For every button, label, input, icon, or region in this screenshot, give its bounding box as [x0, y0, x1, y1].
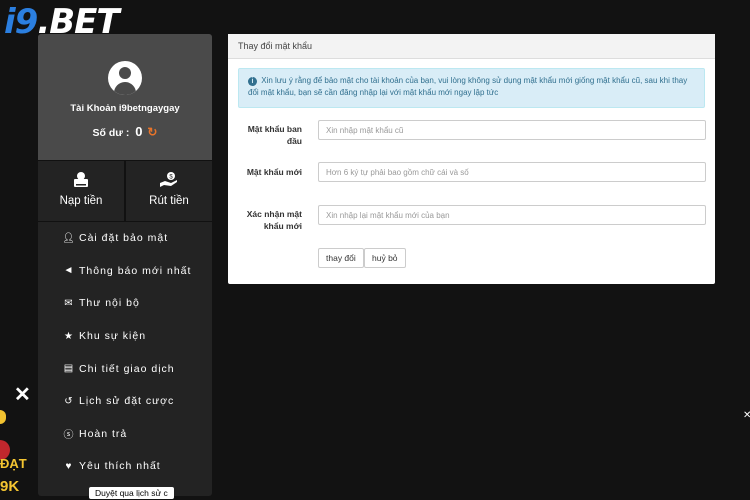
submit-button[interactable]: thay đổi [318, 248, 364, 268]
edge-close-icon[interactable]: ✕ [743, 410, 750, 421]
trophy-icon: ★ [64, 330, 74, 342]
user-avatar-icon [108, 61, 142, 95]
withdraw-label: Rút tiền [149, 195, 189, 207]
menu-item-label: Thông báo mới nhất [79, 264, 192, 277]
menu-item-label: Cài đặt bảo mật [79, 232, 169, 245]
balance-value: 0 [135, 124, 143, 139]
menu-item-label: Chi tiết giao dịch [79, 362, 175, 375]
menu-item-label: Lịch sử đặt cược [79, 395, 175, 408]
menu-item-security[interactable]: 👤︎ Cài đặt bảo mật [38, 222, 212, 255]
promo-coin-graphic[interactable] [0, 410, 6, 424]
heart-icon: ♥ [65, 460, 73, 472]
menu-item-transactions[interactable]: ▤ Chi tiết giao dịch [38, 352, 212, 385]
megaphone-icon: ◄ [63, 265, 75, 277]
history-icon: ↺ [64, 395, 74, 407]
menu-item-events[interactable]: ★ Khu sự kiện [38, 320, 212, 353]
promo-text-line1[interactable]: ĐẠT [0, 456, 27, 471]
close-icon[interactable]: ✕ [14, 382, 31, 407]
dollar-circle-icon: ⓢ [63, 430, 75, 442]
account-name: Tài Khoản i9betngaygay [70, 103, 180, 114]
change-password-panel: Thay đổi mật khẩu i Xin lưu ý rằng để bả… [228, 34, 715, 284]
menu-item-label: Thư nội bộ [79, 297, 140, 310]
balance-label: Số dư : [92, 127, 130, 139]
wallet-actions: Nạp tiền $ Rút tiền [38, 160, 212, 222]
envelope-icon: ✉ [64, 297, 74, 309]
cancel-button[interactable]: huỷ bỏ [364, 248, 406, 268]
menu-item-label: Yêu thích nhất [79, 460, 161, 473]
new-password-label: Mật khẩu mới [246, 167, 302, 177]
profile-card: Tài Khoản i9betngaygay Số dư : 0 ↻ [38, 34, 212, 160]
confirm-password-label: Xác nhận mật khẩu mới [246, 209, 302, 231]
balance-row: Số dư : 0 ↻ [38, 124, 212, 139]
deposit-label: Nạp tiền [59, 195, 103, 207]
deposit-icon [38, 171, 124, 193]
menu-item-favorites[interactable]: ♥ Yêu thích nhất [38, 450, 212, 483]
clipboard-icon: ▤ [63, 363, 75, 375]
menu-item-bet-history[interactable]: ↺ Lịch sử đặt cược [38, 385, 212, 418]
confirm-password-input[interactable] [318, 205, 706, 225]
tooltip: Duyệt qua lịch sử c [89, 487, 174, 499]
menu-item-label: Khu sự kiện [79, 330, 147, 343]
old-password-input[interactable] [318, 120, 706, 140]
new-password-input[interactable] [318, 162, 706, 182]
withdraw-button[interactable]: $ Rút tiền [124, 161, 212, 221]
old-password-label: Mật khẩu ban đầu [247, 124, 302, 146]
withdraw-icon: $ [126, 171, 212, 193]
logo-prefix: i9 [4, 2, 38, 42]
user-lock-icon: 👤︎ [62, 232, 76, 244]
account-menu: 👤︎ Cài đặt bảo mật ◄ Thông báo mới nhất ✉ T… [38, 222, 212, 483]
menu-item-notifications[interactable]: ◄ Thông báo mới nhất [38, 255, 212, 288]
deposit-button[interactable]: Nạp tiền [38, 161, 124, 221]
menu-item-label: Hoàn trả [79, 427, 128, 440]
menu-item-inbox[interactable]: ✉ Thư nội bộ [38, 287, 212, 320]
account-sidebar: Tài Khoản i9betngaygay Số dư : 0 ↻ Nạp t… [38, 34, 212, 496]
info-icon: i [248, 77, 257, 86]
security-notice-text: Xin lưu ý rằng để bảo mật cho tài khoản … [248, 76, 688, 97]
promo-text-line2[interactable]: 9K [0, 478, 19, 495]
menu-item-rebate[interactable]: ⓢ Hoàn trả [38, 418, 212, 451]
security-notice: i Xin lưu ý rằng để bảo mật cho tài khoả… [238, 68, 705, 108]
panel-title: Thay đổi mật khẩu [228, 34, 715, 59]
refresh-icon[interactable]: ↻ [147, 125, 157, 139]
